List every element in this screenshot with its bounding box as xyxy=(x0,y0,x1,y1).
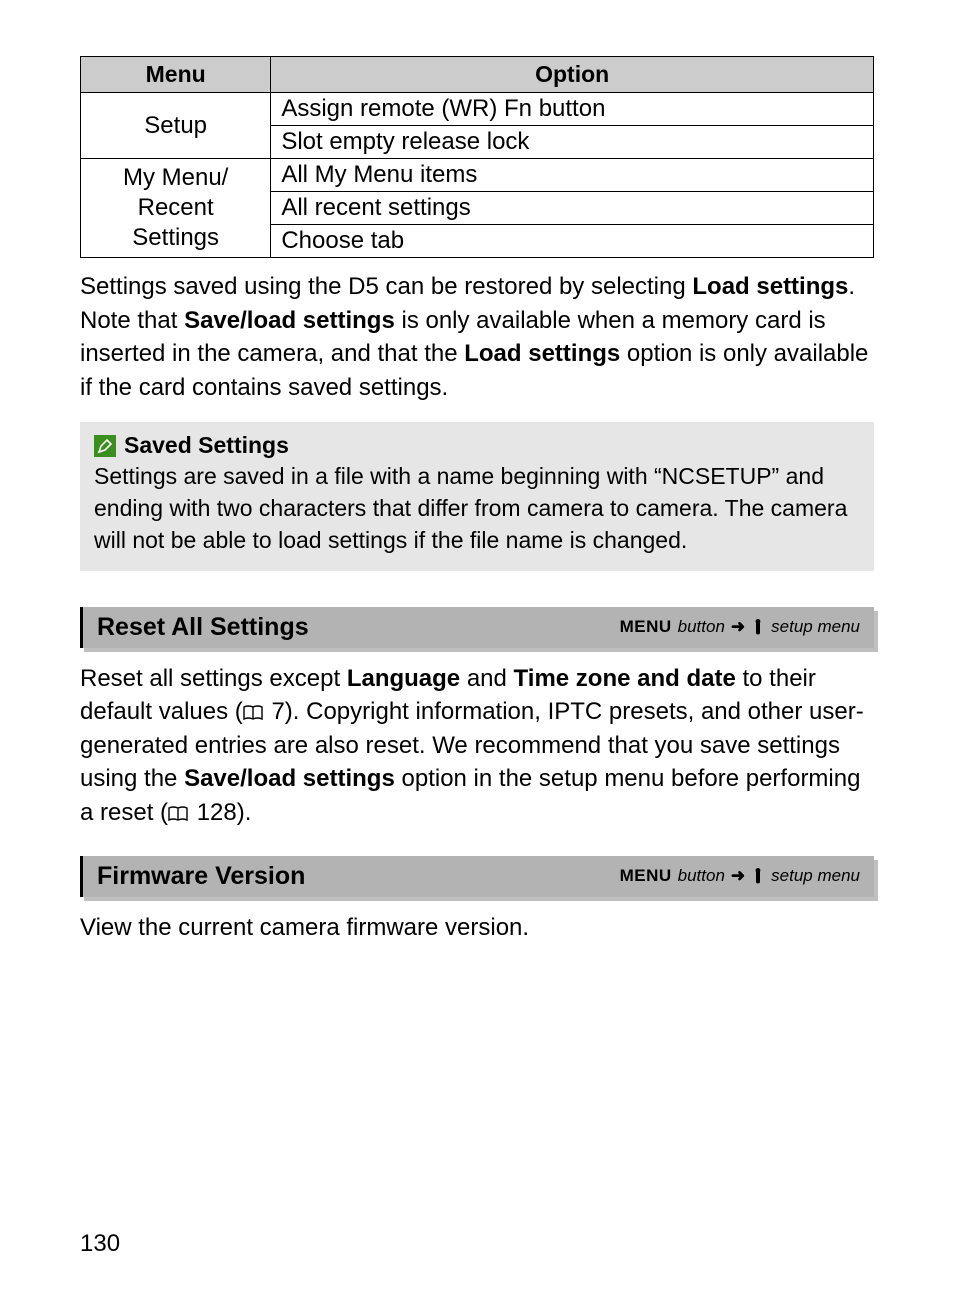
section-breadcrumb: MENU button ➜ setup menu xyxy=(620,617,860,637)
page-number: 130 xyxy=(80,1230,120,1258)
col-header-menu: Menu xyxy=(81,57,271,93)
row-option: All My Menu items xyxy=(271,159,874,192)
wrench-icon xyxy=(751,618,765,636)
section-title: Firmware Version xyxy=(97,862,305,891)
arrow-right-icon: ➜ xyxy=(731,866,745,886)
paragraph-reset-all: Reset all settings except Language and T… xyxy=(80,662,874,830)
pencil-icon xyxy=(94,435,116,457)
settings-table: Menu Option Setup Assign remote (WR) Fn … xyxy=(80,56,874,258)
book-icon xyxy=(168,806,188,822)
row-menu-setup: Setup xyxy=(81,93,271,159)
section-firmware-version: Firmware Version MENU button ➜ setup men… xyxy=(80,856,874,897)
row-option: Choose tab xyxy=(271,225,874,258)
note-body: Settings are saved in a file with a name… xyxy=(94,461,860,556)
section-breadcrumb: MENU button ➜ setup menu xyxy=(620,866,860,886)
paragraph-firmware: View the current camera firmware version… xyxy=(80,911,874,945)
wrench-icon xyxy=(751,867,765,885)
arrow-right-icon: ➜ xyxy=(731,617,745,637)
row-option: Slot empty release lock xyxy=(271,126,874,159)
section-title: Reset All Settings xyxy=(97,613,309,642)
col-header-option: Option xyxy=(271,57,874,93)
row-menu-mymenu: My Menu/Recent Settings xyxy=(81,159,271,258)
row-option: Assign remote (WR) Fn button xyxy=(271,93,874,126)
book-icon xyxy=(243,705,263,721)
row-option: All recent settings xyxy=(271,192,874,225)
section-reset-all-settings: Reset All Settings MENU button ➜ setup m… xyxy=(80,607,874,648)
note-saved-settings: Saved Settings Settings are saved in a f… xyxy=(80,422,874,570)
paragraph-load-settings: Settings saved using the D5 can be resto… xyxy=(80,270,874,404)
note-title: Saved Settings xyxy=(124,432,289,459)
